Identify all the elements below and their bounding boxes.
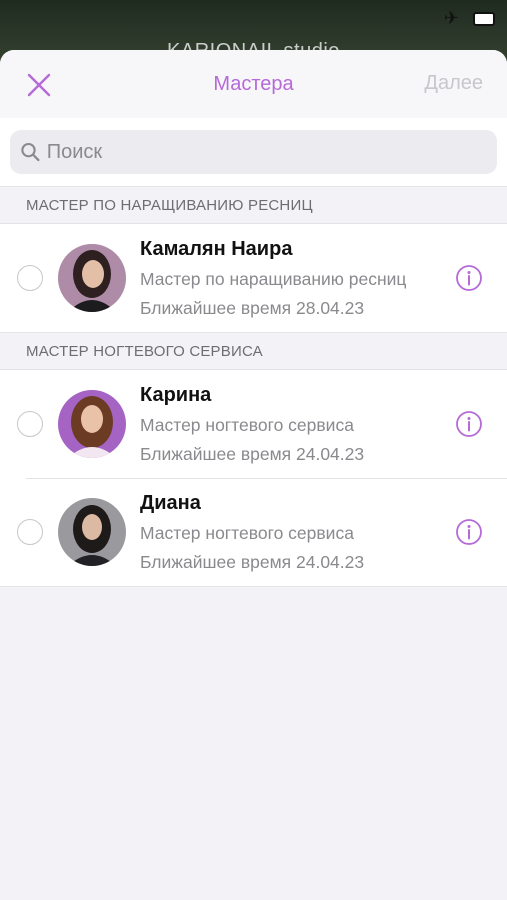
next-button[interactable]: Далее <box>424 72 483 95</box>
close-icon[interactable] <box>22 68 56 102</box>
section-header-lashes: МАСТЕР ПО НАРАЩИВАНИЮ РЕСНИЦ <box>0 186 507 224</box>
battery-icon <box>473 11 495 26</box>
master-row[interactable]: Карина Мастер ногтевого сервиса Ближайше… <box>0 370 507 478</box>
status-bar: ✈ <box>444 8 495 29</box>
nearest-time: Ближайшее время 24.04.23 <box>140 551 365 572</box>
nail-masters-list: Карина Мастер ногтевого сервиса Ближайше… <box>0 370 507 586</box>
list-bottom-divider <box>0 586 507 587</box>
master-row[interactable]: Камалян Наира Мастер по наращиванию ресн… <box>0 224 507 332</box>
avatar <box>58 244 126 312</box>
navigation-bar: Мастера Далее <box>0 50 507 118</box>
search-icon <box>21 142 40 162</box>
master-name: Карина <box>140 383 212 406</box>
section-header-nails: МАСТЕР НОГТЕВОГО СЕРВИСА <box>0 332 507 370</box>
search-field[interactable] <box>10 130 497 174</box>
master-info: Диана Мастер ногтевого сервиса Ближайшее… <box>140 492 455 573</box>
avatar <box>58 390 126 458</box>
master-name: Камалян Наира <box>140 237 293 260</box>
info-icon[interactable] <box>455 264 483 292</box>
select-radio[interactable] <box>17 519 43 545</box>
info-icon[interactable] <box>455 410 483 438</box>
page-title: Мастера <box>213 72 294 95</box>
search-container <box>0 118 507 186</box>
info-icon[interactable] <box>455 518 483 546</box>
master-name: Диана <box>140 491 201 514</box>
master-info: Карина Мастер ногтевого сервиса Ближайше… <box>140 384 455 465</box>
airplane-mode-icon: ✈ <box>443 8 459 28</box>
masters-sheet: Мастера Далее МАСТЕР ПО НАРАЩИВАНИЮ РЕСН… <box>0 50 507 900</box>
avatar <box>58 498 126 566</box>
master-info: Камалян Наира Мастер по наращиванию ресн… <box>140 238 455 319</box>
master-role: Мастер ногтевого сервиса <box>140 414 354 435</box>
nearest-time: Ближайшее время 24.04.23 <box>140 443 365 464</box>
search-input[interactable] <box>46 140 497 164</box>
master-role: Мастер ногтевого сервиса <box>140 522 354 543</box>
select-radio[interactable] <box>17 265 43 291</box>
lash-masters-list: Камалян Наира Мастер по наращиванию ресн… <box>0 224 507 332</box>
select-radio[interactable] <box>17 411 43 437</box>
master-row[interactable]: Диана Мастер ногтевого сервиса Ближайшее… <box>0 478 507 586</box>
nearest-time: Ближайшее время 28.04.23 <box>140 297 365 318</box>
master-role: Мастер по наращиванию ресниц <box>140 268 407 289</box>
